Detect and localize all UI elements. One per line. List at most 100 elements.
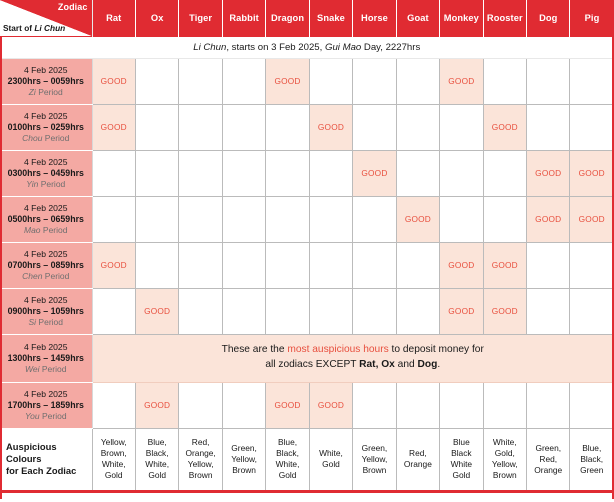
cell-si-monkey: GOOD [439,287,484,335]
period-name: Chen Period [2,271,90,282]
good-label: GOOD [100,260,127,270]
cell-chen-snake [308,241,354,289]
period-name-italic: Mao [24,224,41,235]
cell-chen-tiger [178,241,223,289]
period-name: Chou Period [2,133,90,144]
banner-part-1: These are the [221,344,288,356]
colour-line: White, [275,459,300,470]
colour-line: White, [492,437,517,448]
good-label: GOOD [491,122,518,132]
cell-zi-rabbit [221,57,267,105]
cell-si-tiger [178,287,223,335]
colour-line: Green, [231,442,257,453]
cell-chou-ox [134,103,180,151]
cell-mao-snake [308,195,354,243]
cell-chen-dog [526,241,571,289]
colour-line: White [450,459,473,470]
cell-si-horse [352,287,397,335]
period-label-chou: 4 Feb 2025 0100hrs – 0259hrs Chou Period [0,104,93,151]
colour-line: Brown [362,464,387,475]
zodiac-header-horse: Horse [352,0,397,36]
colours-rabbit: Green, Yellow, Brown [221,427,267,490]
cell-you-horse [352,381,397,429]
cell-chou-rabbit [221,103,267,151]
cell-chen-rooster: GOOD [482,241,528,289]
colour-line: Yellow, [187,459,214,470]
cell-zi-rat: GOOD [91,57,136,105]
cell-si-dragon [265,287,310,335]
colours-header-line-3: for Each Zodiac [6,465,77,477]
cell-yin-rat [91,149,136,197]
cell-si-rat [91,287,136,335]
period-label-you: 4 Feb 2025 1700hrs – 1859hrs You Period [0,382,93,429]
zodiac-header-row: Zodiac Start of Li Chun Rat Ox Tiger Rabbit… [0,0,614,36]
colour-line: Gold [148,470,167,481]
table-row: 4 Feb 2025 0500hrs – 0659hrs Mao Period GOO… [0,195,614,243]
cell-mao-dragon [265,195,310,243]
period-time: 1700hrs – 1859hrs [7,399,84,410]
colours-goat: Red, Orange [395,427,441,490]
cell-zi-monkey: GOOD [439,57,484,105]
table-row: 4 Feb 2025 1300hrs – 1459hrs Wei Period The… [0,333,614,383]
zodiac-header-snake: Snake [308,0,354,36]
cell-yin-snake [308,149,354,197]
colour-line: Brown [492,470,517,481]
table-row: 4 Feb 2025 0700hrs – 0859hrs Chen Period GO… [0,241,614,289]
colours-header-line-2: Colours [6,453,42,465]
good-label: GOOD [144,306,171,316]
period-date: 4 Feb 2025 [24,341,68,352]
cell-you-snake: GOOD [308,381,354,429]
colour-line: Green, [361,442,388,453]
cell-yin-monkey [439,149,484,197]
colours-tiger: Red, Orange, Yellow, Brown [178,427,223,490]
cell-yin-horse: GOOD [352,149,397,197]
colour-line: Black [451,448,472,459]
cell-si-rooster: GOOD [482,287,528,335]
bottom-red-rule [0,490,614,493]
good-label: GOOD [100,76,127,86]
cell-mao-goat: GOOD [395,195,441,243]
table-row: 4 Feb 2025 0300hrs – 0459hrs Yin Period GOO… [0,149,614,197]
period-name-suffix: Period [39,363,67,374]
colour-line: Gold [322,459,340,470]
period-date: 4 Feb 2025 [24,248,68,259]
colours-rooster: White, Gold, Yellow, Brown [482,427,528,490]
good-label: GOOD [144,400,171,410]
period-name-italic: Si [28,316,37,327]
good-label: GOOD [535,168,562,178]
table-row: 4 Feb 2025 2300hrs – 0059hrs Zi Period GOOD… [0,57,614,105]
table-row: 4 Feb 2025 0900hrs – 1059hrs Si Period GOOD… [0,287,614,335]
colour-line: Red, [539,453,558,464]
lichun-text-2: Day, 2227hrs [361,41,421,53]
good-label: GOOD [404,214,431,224]
cell-zi-dragon: GOOD [265,57,310,105]
banner-line2-mid: and [394,359,418,370]
period-label-si: 4 Feb 2025 0900hrs – 1059hrs Si Period [0,288,93,335]
cell-you-rabbit [221,381,267,429]
zodiac-header-dragon: Dragon [265,0,310,36]
period-date: 4 Feb 2025 [24,202,68,213]
period-label-zi: 4 Feb 2025 2300hrs – 0059hrs Zi Period [0,58,93,105]
zodiac-header-ox: Ox [134,0,180,36]
period-name-suffix: Period [39,410,67,421]
period-name-suffix: Period [42,270,70,281]
period-date: 4 Feb 2025 [24,156,68,167]
colours-snake: White, Gold [308,427,354,490]
period-name: Zi Period [2,87,90,98]
cell-yin-dog: GOOD [526,149,571,197]
banner-line2-end: . [437,359,441,370]
colour-line: Gold [452,470,471,481]
cell-si-goat [395,287,441,335]
banner-line2-pre: all zodiacs EXCEPT [265,359,360,370]
table-body: Li Chun, starts on 3 Feb 2025, Gui Mao D… [0,35,614,490]
cell-zi-ox [134,57,180,105]
period-time: 0700hrs – 0859hrs [7,259,84,270]
period-name-italic: Wei [25,363,40,374]
good-label: GOOD [491,306,518,316]
period-time: 0500hrs – 0659hrs [7,213,84,224]
period-time: 2300hrs – 0059hrs [7,75,84,86]
colour-line: Blue, [277,437,298,448]
colours-dragon: Blue, Black, White, Gold [265,427,310,490]
cell-mao-monkey [439,195,484,243]
cell-chen-pig [569,241,614,289]
